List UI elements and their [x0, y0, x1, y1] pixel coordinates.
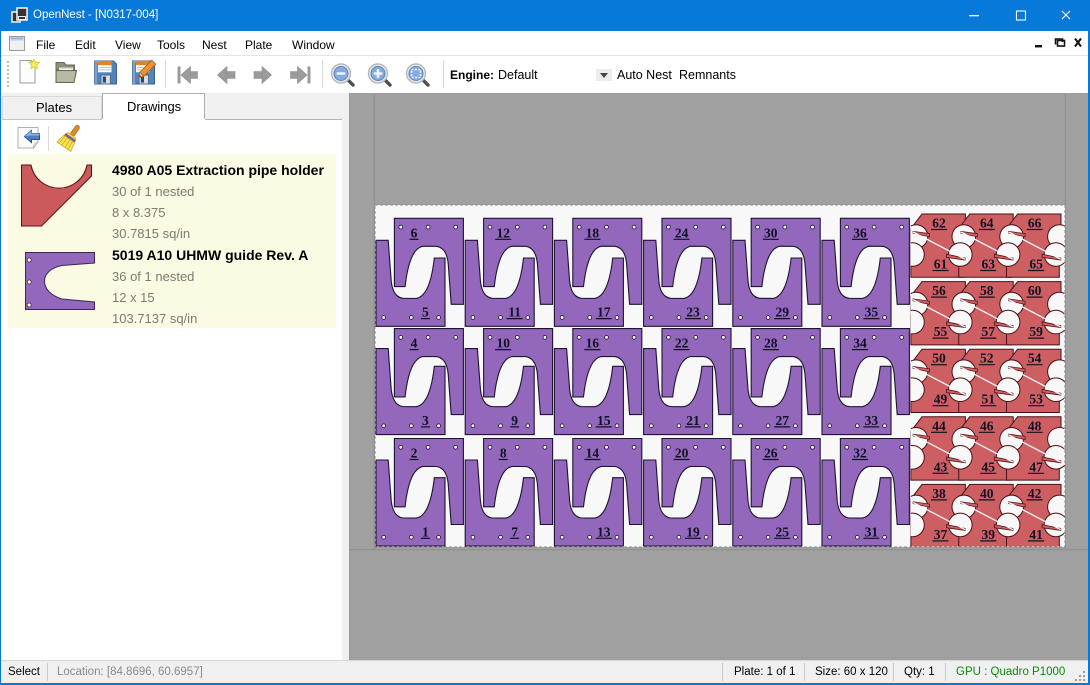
svg-text:25: 25: [775, 524, 789, 539]
svg-text:13: 13: [597, 524, 611, 539]
svg-text:63: 63: [982, 257, 996, 272]
svg-text:8: 8: [500, 446, 507, 461]
svg-text:6: 6: [411, 225, 418, 240]
svg-text:5: 5: [422, 305, 429, 320]
svg-text:29: 29: [775, 305, 789, 320]
svg-text:18: 18: [586, 225, 600, 240]
svg-text:66: 66: [1028, 216, 1042, 231]
svg-text:16: 16: [586, 336, 600, 351]
svg-text:9: 9: [511, 413, 518, 428]
svg-text:1: 1: [422, 524, 429, 539]
svg-text:34: 34: [853, 336, 867, 351]
svg-text:65: 65: [1029, 257, 1043, 272]
svg-text:38: 38: [932, 486, 946, 501]
svg-text:57: 57: [982, 324, 996, 339]
svg-text:7: 7: [511, 524, 518, 539]
svg-text:2: 2: [411, 446, 418, 461]
svg-text:30: 30: [764, 225, 778, 240]
svg-text:56: 56: [932, 283, 946, 298]
svg-text:64: 64: [980, 216, 994, 231]
svg-text:51: 51: [982, 392, 996, 407]
svg-text:47: 47: [1029, 459, 1043, 474]
svg-text:32: 32: [853, 446, 867, 461]
svg-text:62: 62: [932, 216, 946, 231]
svg-text:61: 61: [934, 257, 948, 272]
svg-text:4: 4: [411, 336, 418, 351]
svg-text:15: 15: [597, 413, 611, 428]
svg-text:46: 46: [980, 418, 994, 433]
svg-text:21: 21: [686, 413, 700, 428]
svg-text:27: 27: [775, 413, 789, 428]
svg-text:39: 39: [982, 527, 996, 542]
svg-text:31: 31: [865, 524, 879, 539]
svg-text:50: 50: [932, 351, 946, 366]
svg-text:54: 54: [1028, 351, 1042, 366]
svg-text:23: 23: [686, 305, 700, 320]
svg-text:42: 42: [1028, 486, 1042, 501]
svg-text:35: 35: [865, 305, 879, 320]
svg-text:12: 12: [496, 225, 510, 240]
svg-text:49: 49: [934, 392, 948, 407]
svg-text:26: 26: [764, 446, 778, 461]
svg-text:60: 60: [1028, 283, 1042, 298]
svg-text:20: 20: [675, 446, 689, 461]
svg-text:14: 14: [586, 446, 600, 461]
svg-text:41: 41: [1029, 527, 1043, 542]
svg-text:3: 3: [422, 413, 429, 428]
svg-text:19: 19: [686, 524, 700, 539]
svg-text:10: 10: [496, 336, 510, 351]
svg-text:36: 36: [853, 225, 867, 240]
svg-text:24: 24: [675, 225, 689, 240]
svg-text:33: 33: [865, 413, 879, 428]
svg-text:40: 40: [980, 486, 994, 501]
svg-text:22: 22: [675, 336, 689, 351]
svg-text:53: 53: [1029, 392, 1043, 407]
svg-text:52: 52: [980, 351, 994, 366]
svg-text:37: 37: [934, 527, 948, 542]
svg-text:11: 11: [508, 305, 521, 320]
svg-text:45: 45: [982, 459, 996, 474]
svg-text:17: 17: [597, 305, 611, 320]
svg-text:58: 58: [980, 283, 994, 298]
svg-text:48: 48: [1028, 418, 1042, 433]
svg-text:44: 44: [932, 418, 946, 433]
svg-text:43: 43: [934, 459, 948, 474]
svg-text:55: 55: [934, 324, 948, 339]
svg-text:59: 59: [1029, 324, 1043, 339]
svg-text:28: 28: [764, 336, 778, 351]
